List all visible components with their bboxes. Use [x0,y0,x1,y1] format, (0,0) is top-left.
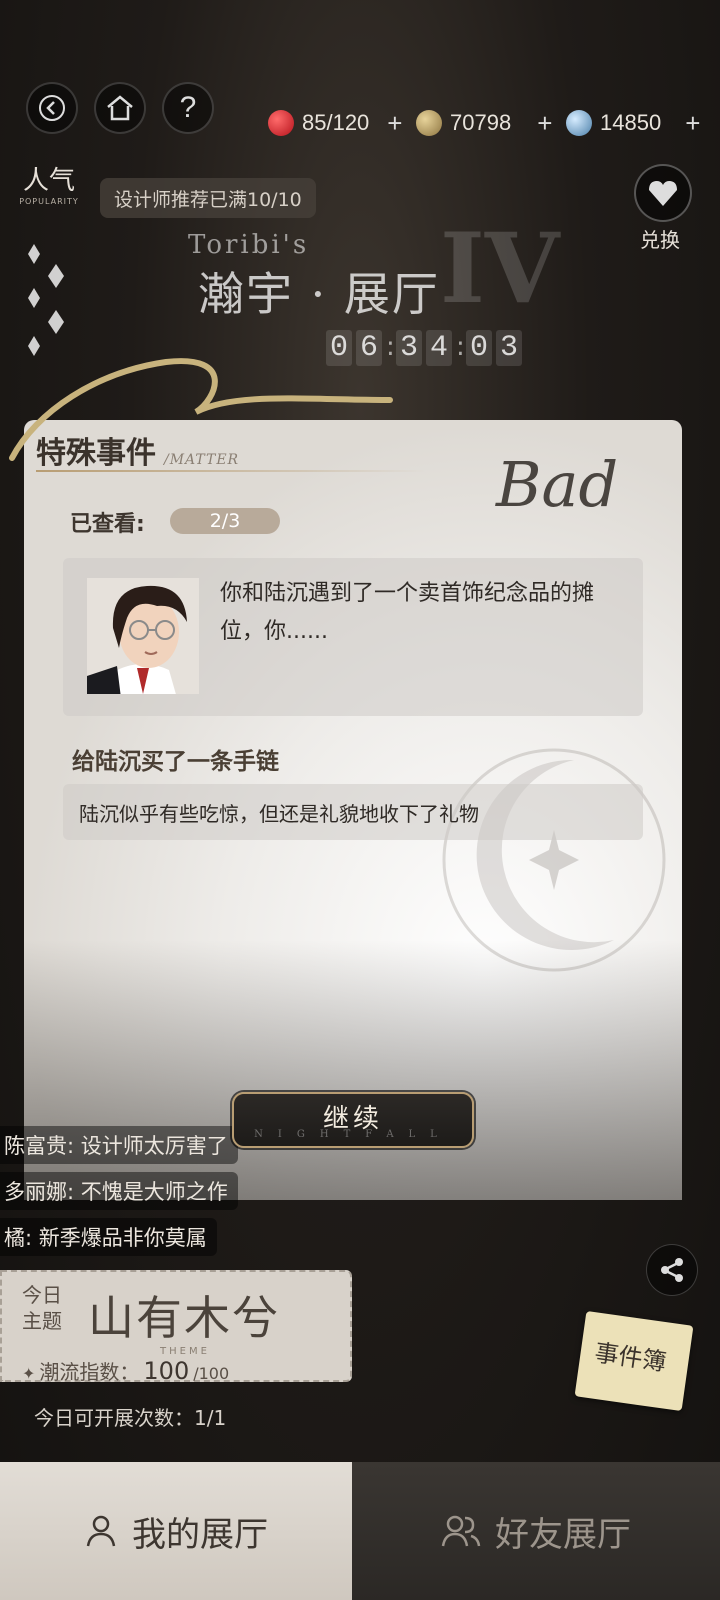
diamond-icon [566,110,592,136]
apple-icon [268,110,294,136]
bottom-tab-bar: 我的展厅 好友展厅 [0,1462,720,1600]
today-exhibit-count: 今日可开展次数：1/1 [34,1406,227,1430]
add-gold-button[interactable]: + [537,108,552,139]
share-button[interactable] [646,1244,698,1296]
home-button[interactable] [94,82,146,134]
result-text: 陆沉似乎有些吃惊，但还是礼貌地收下了礼物 [79,801,479,826]
bad-ending-stamp: Bad [496,448,619,521]
trend-index: ✦ 潮流指数： 100/100 [22,1357,230,1385]
chevron-left-icon [39,95,65,121]
tab-friend-hall[interactable]: 好友展厅 [352,1462,720,1600]
designer-recommend-pill: 设计师推荐已满10/10 [100,178,316,218]
theme-tag: 今日主题 [22,1283,62,1333]
share-icon [661,1258,683,1282]
help-button[interactable]: ? [162,82,214,134]
result-box: 陆沉似乎有些吃惊，但还是礼貌地收下了礼物 [63,784,643,840]
back-button[interactable] [26,82,78,134]
hall-title-en: Toribi's [188,230,310,260]
gold-counter: 70798 + [416,108,552,138]
checked-progress-badge: 2/3 [170,508,280,534]
choice-title: 给陆沉买了一条手链 [72,749,279,775]
stamina-counter: 85/120 + [268,108,402,138]
season-numeral: IV [440,212,560,325]
diamond-counter: 14850 + [566,108,700,138]
theme-name: 山有木兮 [88,1291,280,1345]
comment-item: 陈富贵: 设计师太厉害了 [0,1126,238,1164]
hall-title: 瀚宇 · 展厅 [198,267,440,321]
users-icon [441,1515,481,1547]
comment-item: 橘: 新季爆品非你莫属 [0,1218,217,1256]
popularity-badge[interactable]: 人气 POPULARITY [14,160,84,206]
add-stamina-button[interactable]: + [387,108,402,139]
continue-button[interactable]: 继续 NIGHTFALL [232,1092,474,1148]
card-header: 特殊事件 /MATTER [36,428,239,472]
comment-item: 多丽娜: 不愧是大师之作 [0,1172,238,1210]
exchange-button[interactable] [634,164,692,222]
tab-my-hall[interactable]: 我的展厅 [0,1462,352,1600]
event-notebook-button[interactable]: 事件簿 [574,1310,694,1412]
exchange-label: 兑换 [640,228,680,252]
story-text: 你和陆沉遇到了一个卖首饰纪念品的摊位，你...... [220,581,595,644]
add-diamond-button[interactable]: + [685,108,700,139]
user-heart-icon [86,1515,116,1547]
card-title: 特殊事件 [36,436,156,471]
home-icon [107,95,133,121]
sparkle-icon: ✦ [22,1364,36,1383]
checked-label: 已查看: [70,512,145,537]
coin-icon [416,110,442,136]
help-icon: ? [179,91,197,124]
card-subtitle: /MATTER [164,452,240,468]
character-avatar [87,578,199,694]
heart-gem-icon [649,181,677,206]
